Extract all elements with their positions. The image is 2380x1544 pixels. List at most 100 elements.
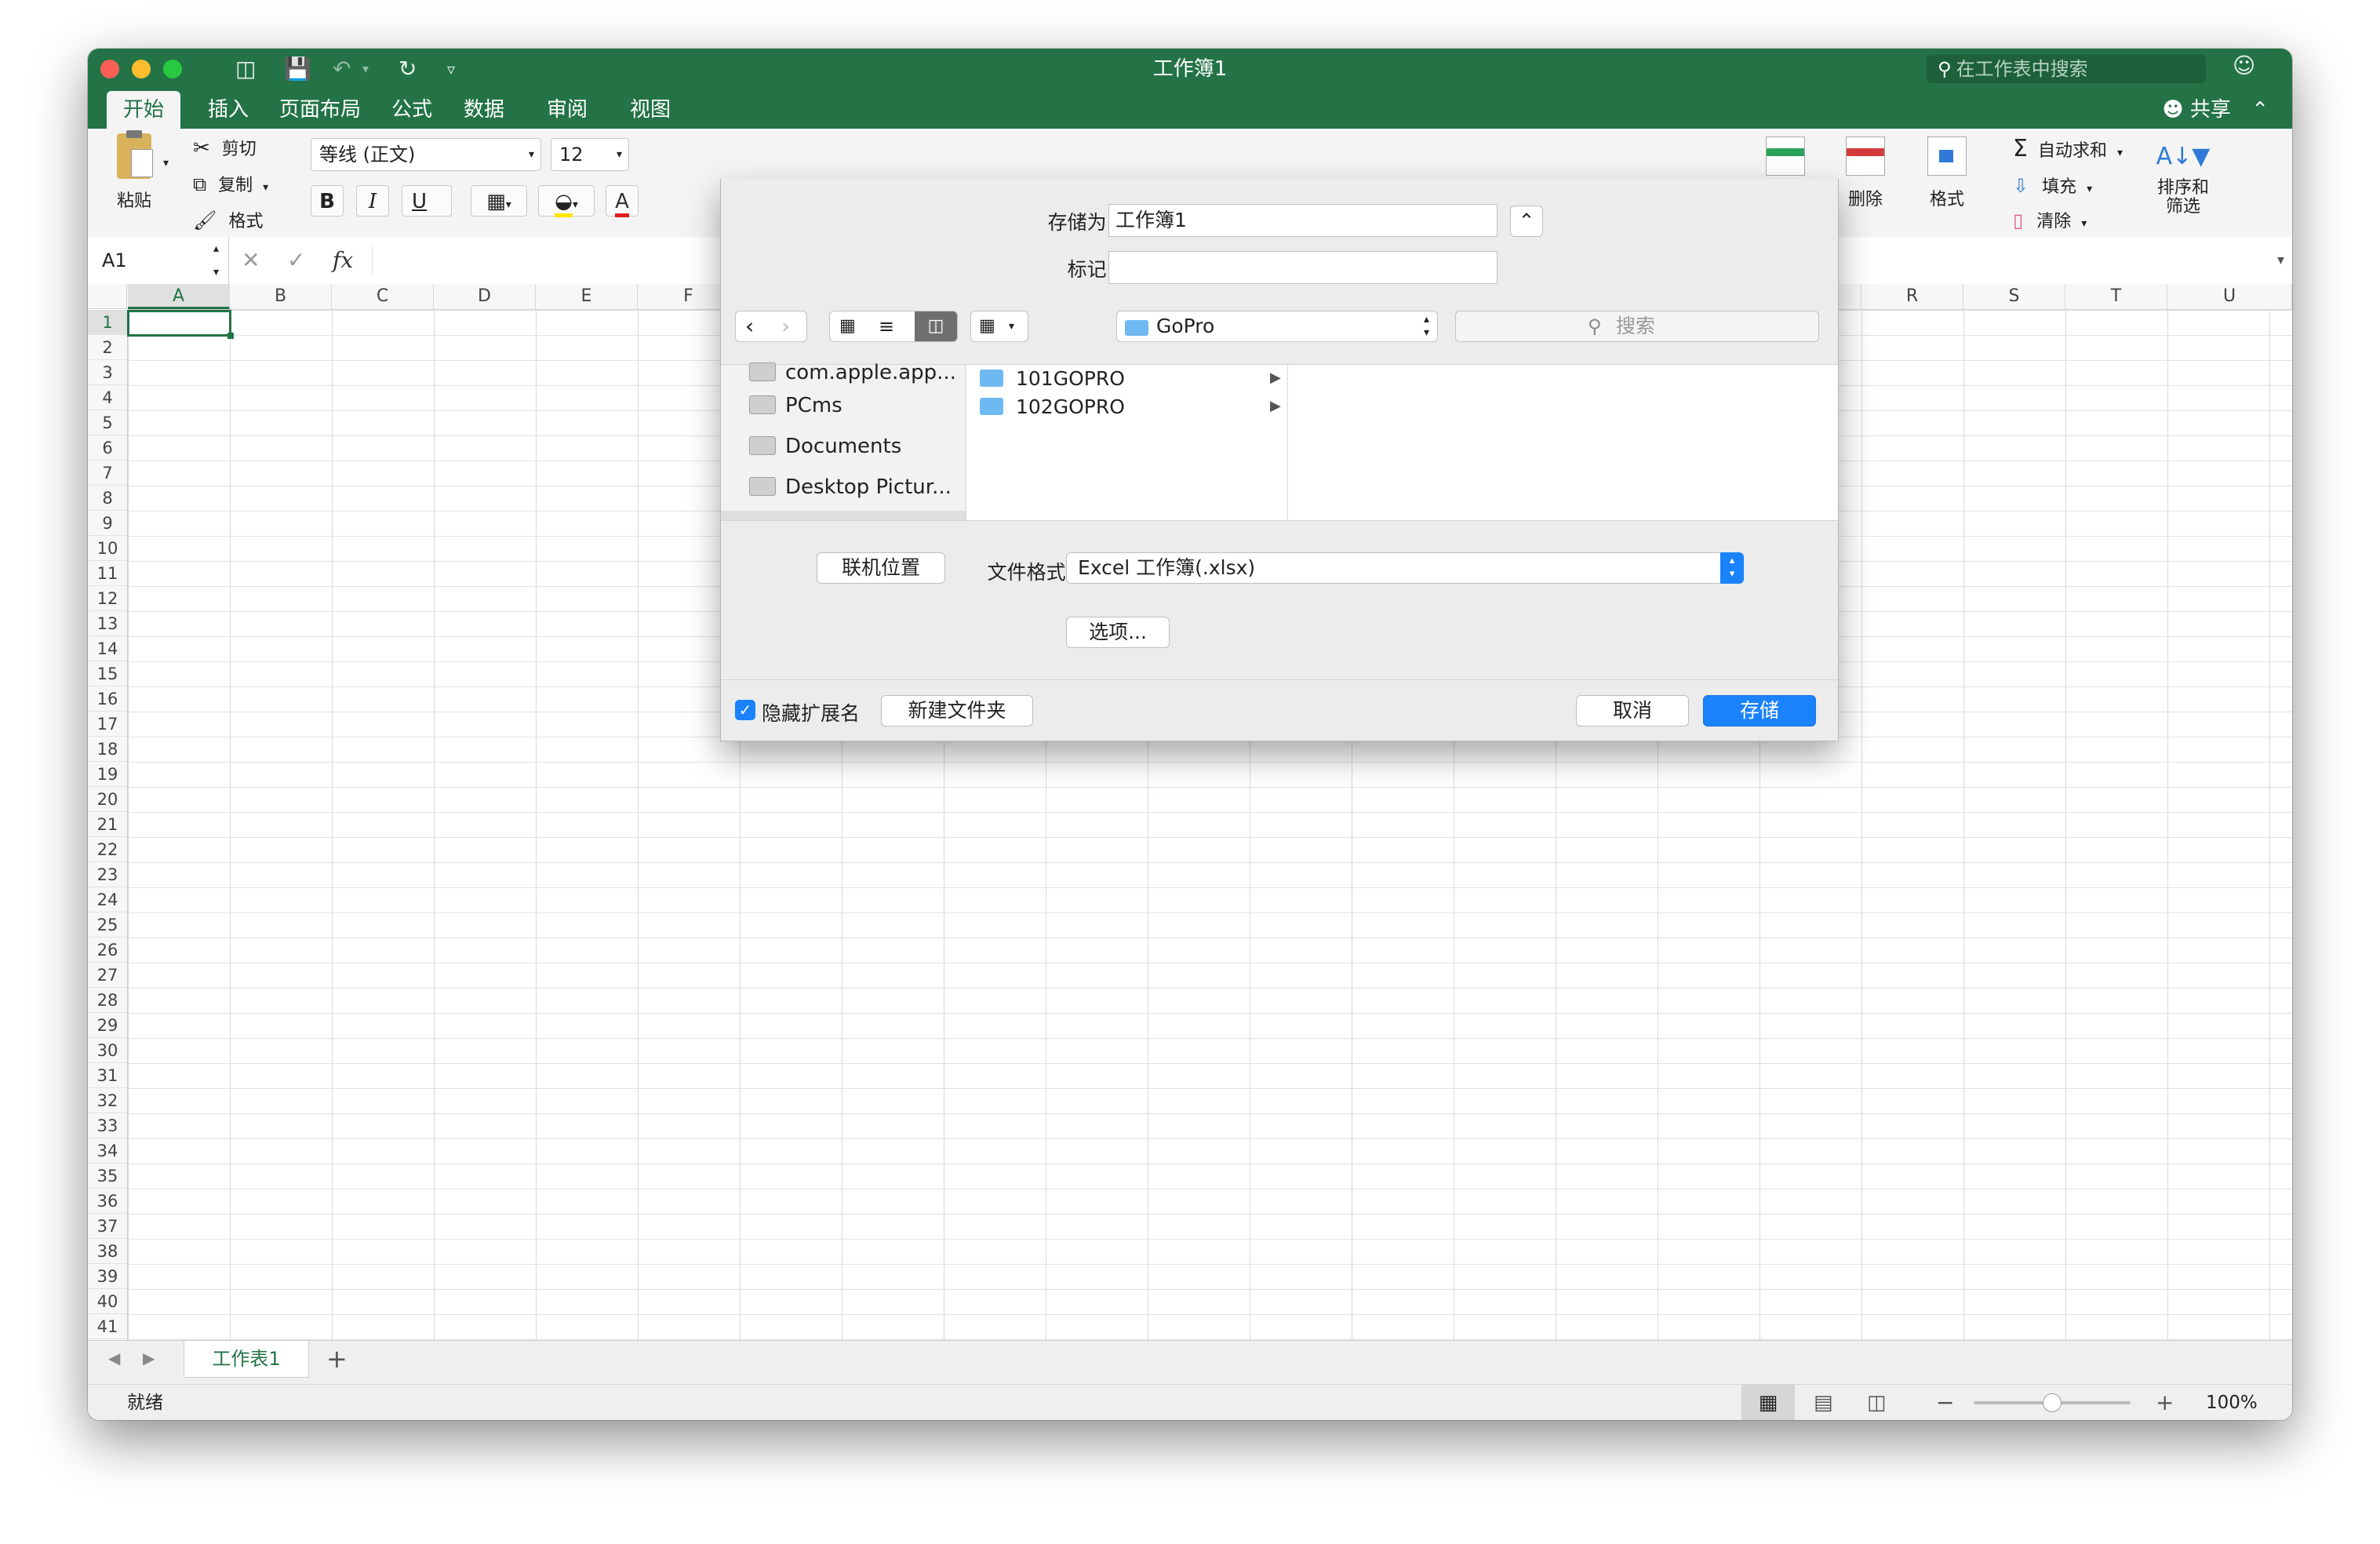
copy-button[interactable]: ⧉ 复制 ▾ bbox=[193, 171, 268, 196]
sidebar-item-desktop-pictures[interactable]: Desktop Pictur... bbox=[749, 472, 952, 503]
zoom-in-icon[interactable]: + bbox=[2156, 1385, 2174, 1420]
row-header-23[interactable]: 23 bbox=[88, 862, 127, 887]
online-locations-button[interactable]: 联机位置 bbox=[817, 552, 945, 584]
row-header-21[interactable]: 21 bbox=[88, 812, 127, 837]
row-header-28[interactable]: 28 bbox=[88, 988, 127, 1013]
cancel-button[interactable]: 取消 bbox=[1576, 695, 1689, 726]
column-header-e[interactable]: E bbox=[536, 284, 638, 309]
file-row-102gopro[interactable]: 102GOPRO bbox=[980, 393, 1294, 421]
column-header-u[interactable]: U bbox=[2167, 284, 2292, 309]
row-header-13[interactable]: 13 bbox=[88, 611, 127, 636]
row-header-2[interactable]: 2 bbox=[88, 335, 127, 360]
column-header-a[interactable]: A bbox=[128, 284, 230, 309]
font-size-select[interactable]: 12 ▾ bbox=[551, 138, 629, 171]
zoom-slider-thumb[interactable] bbox=[2043, 1393, 2062, 1412]
next-sheet-icon[interactable]: ▶ bbox=[143, 1349, 155, 1367]
chevron-down-icon[interactable]: ▾ bbox=[263, 181, 268, 194]
row-header-31[interactable]: 31 bbox=[88, 1063, 127, 1088]
new-folder-button[interactable]: 新建文件夹 bbox=[881, 695, 1033, 726]
name-box[interactable]: A1 ▴ ▾ bbox=[88, 237, 229, 284]
format-cells-button[interactable]: 格式 bbox=[1916, 137, 1978, 210]
search-sheet-input[interactable]: ⚲ 在工作表中搜索 bbox=[1927, 55, 2206, 83]
row-header-15[interactable]: 15 bbox=[88, 661, 127, 686]
bold-button[interactable]: B bbox=[311, 185, 344, 217]
tab-home[interactable]: 开始 bbox=[107, 91, 180, 129]
font-name-select[interactable]: 等线 (正文) ▾ bbox=[311, 138, 541, 171]
row-header-10[interactable]: 10 bbox=[88, 536, 127, 561]
zoom-out-icon[interactable]: − bbox=[1936, 1385, 1954, 1420]
row-header-3[interactable]: 3 bbox=[88, 360, 127, 385]
row-header-33[interactable]: 33 bbox=[88, 1113, 127, 1138]
row-header-41[interactable]: 41 bbox=[88, 1314, 127, 1339]
add-sheet-icon[interactable]: + bbox=[326, 1344, 348, 1374]
row-header-12[interactable]: 12 bbox=[88, 586, 127, 611]
sheet-tab-1[interactable]: 工作表1 bbox=[184, 1341, 309, 1378]
row-header-14[interactable]: 14 bbox=[88, 636, 127, 661]
column-header-c[interactable]: C bbox=[332, 284, 434, 309]
share-button[interactable]: ☻ 共享 ⌃ bbox=[2163, 94, 2269, 126]
active-cell-a1[interactable] bbox=[127, 310, 234, 339]
collapse-dialog-button[interactable]: ⌃ bbox=[1510, 206, 1543, 237]
row-header-37[interactable]: 37 bbox=[88, 1214, 127, 1239]
dialog-search-field[interactable]: ⚲ 搜索 bbox=[1455, 311, 1819, 342]
page-layout-view-icon[interactable]: ▤ bbox=[1814, 1385, 1833, 1420]
underline-button[interactable]: U bbox=[402, 185, 452, 217]
column-header-s[interactable]: S bbox=[1963, 284, 2065, 309]
row-header-36[interactable]: 36 bbox=[88, 1189, 127, 1214]
sidebar-item-pcms[interactable]: PCms bbox=[749, 390, 842, 421]
zoom-slider[interactable] bbox=[1974, 1393, 2131, 1412]
cut-button[interactable]: ✂ 剪切 bbox=[193, 135, 257, 160]
delete-cells-button[interactable]: 删除 bbox=[1834, 137, 1897, 210]
row-header-29[interactable]: 29 bbox=[88, 1013, 127, 1038]
tab-review[interactable]: 审阅 bbox=[540, 91, 595, 129]
row-header-32[interactable]: 32 bbox=[88, 1088, 127, 1113]
normal-view-button[interactable]: ▦ bbox=[1741, 1385, 1795, 1420]
insert-function-icon[interactable]: fx bbox=[333, 237, 353, 284]
row-header-26[interactable]: 26 bbox=[88, 938, 127, 963]
hide-extension-checkbox[interactable]: ✓ bbox=[735, 700, 755, 720]
sort-filter-button[interactable]: A↓▼ 排序和 筛选 bbox=[2148, 135, 2218, 217]
column-header-t[interactable]: T bbox=[2065, 284, 2167, 309]
save-button[interactable]: 存储 bbox=[1703, 695, 1816, 726]
list-view-icon[interactable]: ≡ bbox=[879, 311, 894, 341]
icon-view-icon[interactable]: ▦ bbox=[839, 311, 856, 341]
forward-icon[interactable]: › bbox=[781, 311, 790, 341]
tab-formulas[interactable]: 公式 bbox=[384, 91, 439, 129]
file-row-101gopro[interactable]: 101GOPRO bbox=[980, 365, 1294, 393]
file-format-select[interactable]: Excel 工作簿(.xlsx) ▴ ▾ bbox=[1066, 552, 1744, 584]
tab-page-layout[interactable]: 页面布局 bbox=[273, 91, 367, 129]
tags-input[interactable] bbox=[1108, 251, 1498, 284]
save-as-input[interactable]: 工作簿1 bbox=[1108, 204, 1498, 237]
chevron-down-icon[interactable]: ▾ bbox=[163, 157, 169, 169]
row-header-24[interactable]: 24 bbox=[88, 887, 127, 912]
row-header-9[interactable]: 9 bbox=[88, 511, 127, 536]
font-color-button[interactable]: A bbox=[606, 185, 639, 217]
hide-extension-label[interactable]: 隐藏扩展名 bbox=[762, 698, 860, 726]
zoom-level[interactable]: 100% bbox=[2206, 1385, 2258, 1420]
row-header-22[interactable]: 22 bbox=[88, 837, 127, 862]
back-icon[interactable]: ‹ bbox=[745, 311, 754, 341]
row-header-34[interactable]: 34 bbox=[88, 1138, 127, 1163]
options-button[interactable]: 选项... bbox=[1066, 617, 1170, 648]
tab-data[interactable]: 数据 bbox=[457, 91, 511, 129]
italic-button[interactable]: I bbox=[356, 185, 389, 217]
row-header-18[interactable]: 18 bbox=[88, 737, 127, 762]
row-header-20[interactable]: 20 bbox=[88, 787, 127, 812]
location-select[interactable]: GoPro ▴ ▾ bbox=[1116, 311, 1438, 342]
row-header-16[interactable]: 16 bbox=[88, 686, 127, 712]
row-header-1[interactable]: 1 bbox=[88, 310, 127, 335]
row-header-6[interactable]: 6 bbox=[88, 435, 127, 461]
cancel-formula-icon[interactable]: ✕ bbox=[242, 237, 260, 284]
arrange-button[interactable]: ▦ ▾ bbox=[970, 311, 1028, 342]
sidebar-item-com-apple[interactable]: com.apple.app... bbox=[749, 357, 956, 388]
row-header-17[interactable]: 17 bbox=[88, 712, 127, 737]
row-header-5[interactable]: 5 bbox=[88, 410, 127, 435]
row-header-27[interactable]: 27 bbox=[88, 963, 127, 988]
row-header-30[interactable]: 30 bbox=[88, 1038, 127, 1063]
tab-insert[interactable]: 插入 bbox=[201, 91, 256, 129]
autosum-button[interactable]: Σ 自动求和 ▾ bbox=[2013, 135, 2123, 162]
confirm-formula-icon[interactable]: ✓ bbox=[287, 237, 305, 284]
expand-formula-icon[interactable]: ▾ bbox=[2277, 237, 2284, 284]
select-all-corner[interactable] bbox=[88, 284, 127, 309]
prev-sheet-icon[interactable]: ◀ bbox=[108, 1349, 120, 1367]
